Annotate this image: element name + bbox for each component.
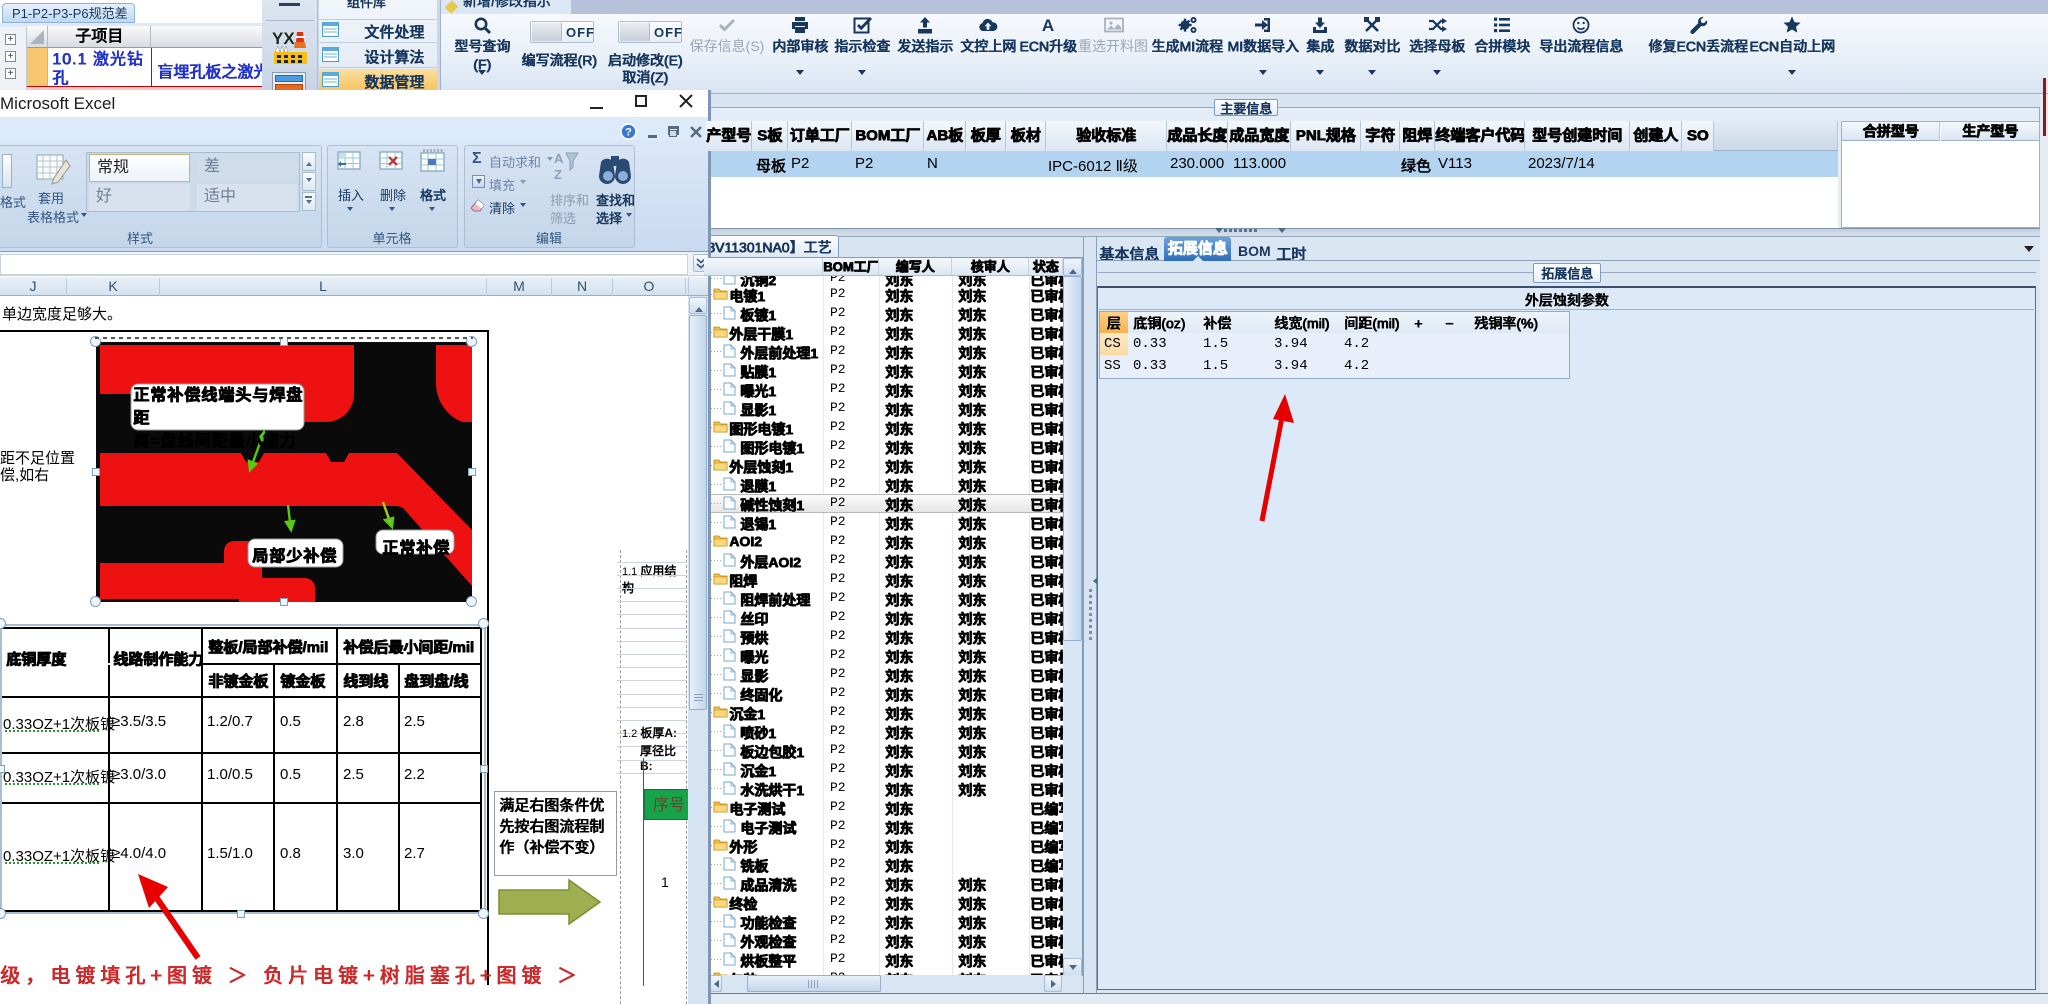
svg-text:Z: Z (554, 167, 562, 182)
svg-text:A: A (554, 151, 564, 166)
svg-text:YX: YX (272, 29, 295, 48)
svg-text:?: ? (625, 127, 632, 139)
svg-text:A: A (1042, 16, 1054, 35)
